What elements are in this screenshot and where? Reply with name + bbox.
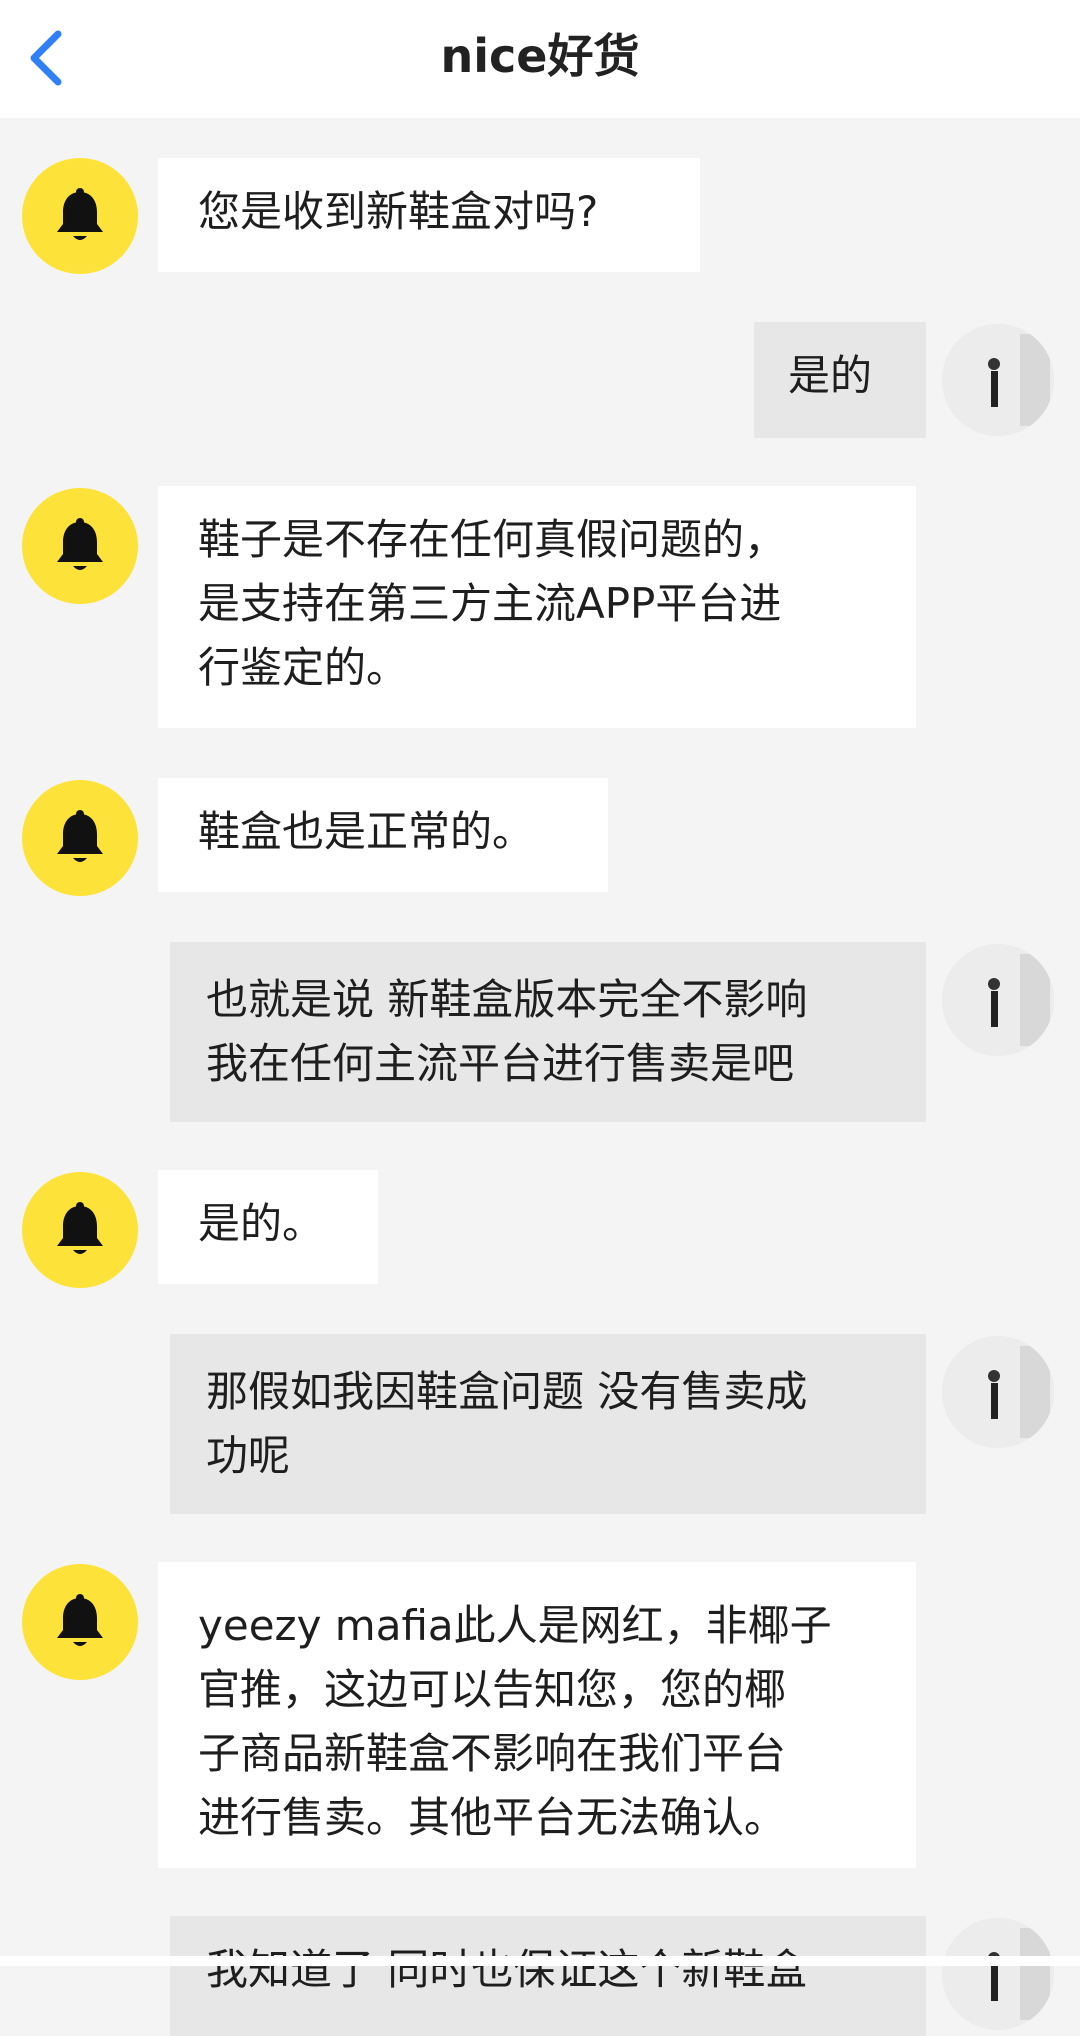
user-avatar[interactable] [942, 944, 1054, 1056]
user-message-bubble: 是的 [754, 322, 926, 438]
bot-message-bubble: 是的。 [158, 1170, 378, 1284]
chat-header: nice好货 [0, 0, 1080, 118]
bot-avatar[interactable] [22, 1564, 138, 1680]
user-avatar[interactable] [942, 1918, 1054, 2030]
bot-avatar[interactable] [22, 780, 138, 896]
bottom-edge [0, 1956, 1080, 1966]
user-message-bubble: 那假如我因鞋盒问题 没有售卖成 功呢 [170, 1334, 926, 1514]
page-title: nice好货 [440, 29, 640, 83]
chat-message-list[interactable]: 您是收到新鞋盒对吗? 是的 鞋子是不存在任何真假问题的， 是支持在第三方主流AP… [0, 118, 1080, 2036]
bot-avatar[interactable] [22, 1172, 138, 1288]
bot-message-bubble: 鞋盒也是正常的。 [158, 778, 608, 892]
user-avatar[interactable] [942, 324, 1054, 436]
bot-message-bubble: yeezy mafia此人是网红，非椰子 官推，这边可以告知您，您的椰 子商品新… [158, 1562, 916, 1868]
bot-message-bubble: 鞋子是不存在任何真假问题的， 是支持在第三方主流APP平台进 行鉴定的。 [158, 486, 916, 728]
user-message-bubble: 也就是说 新鞋盒版本完全不影响 我在任何主流平台进行售卖是吧 [170, 942, 926, 1122]
user-avatar[interactable] [942, 1336, 1054, 1448]
user-message-bubble: 我知道了 同时也保证这个新鞋盒 [170, 1916, 926, 2036]
bot-avatar[interactable] [22, 488, 138, 604]
bot-avatar[interactable] [22, 158, 138, 274]
bot-message-bubble: 您是收到新鞋盒对吗? [158, 158, 700, 272]
